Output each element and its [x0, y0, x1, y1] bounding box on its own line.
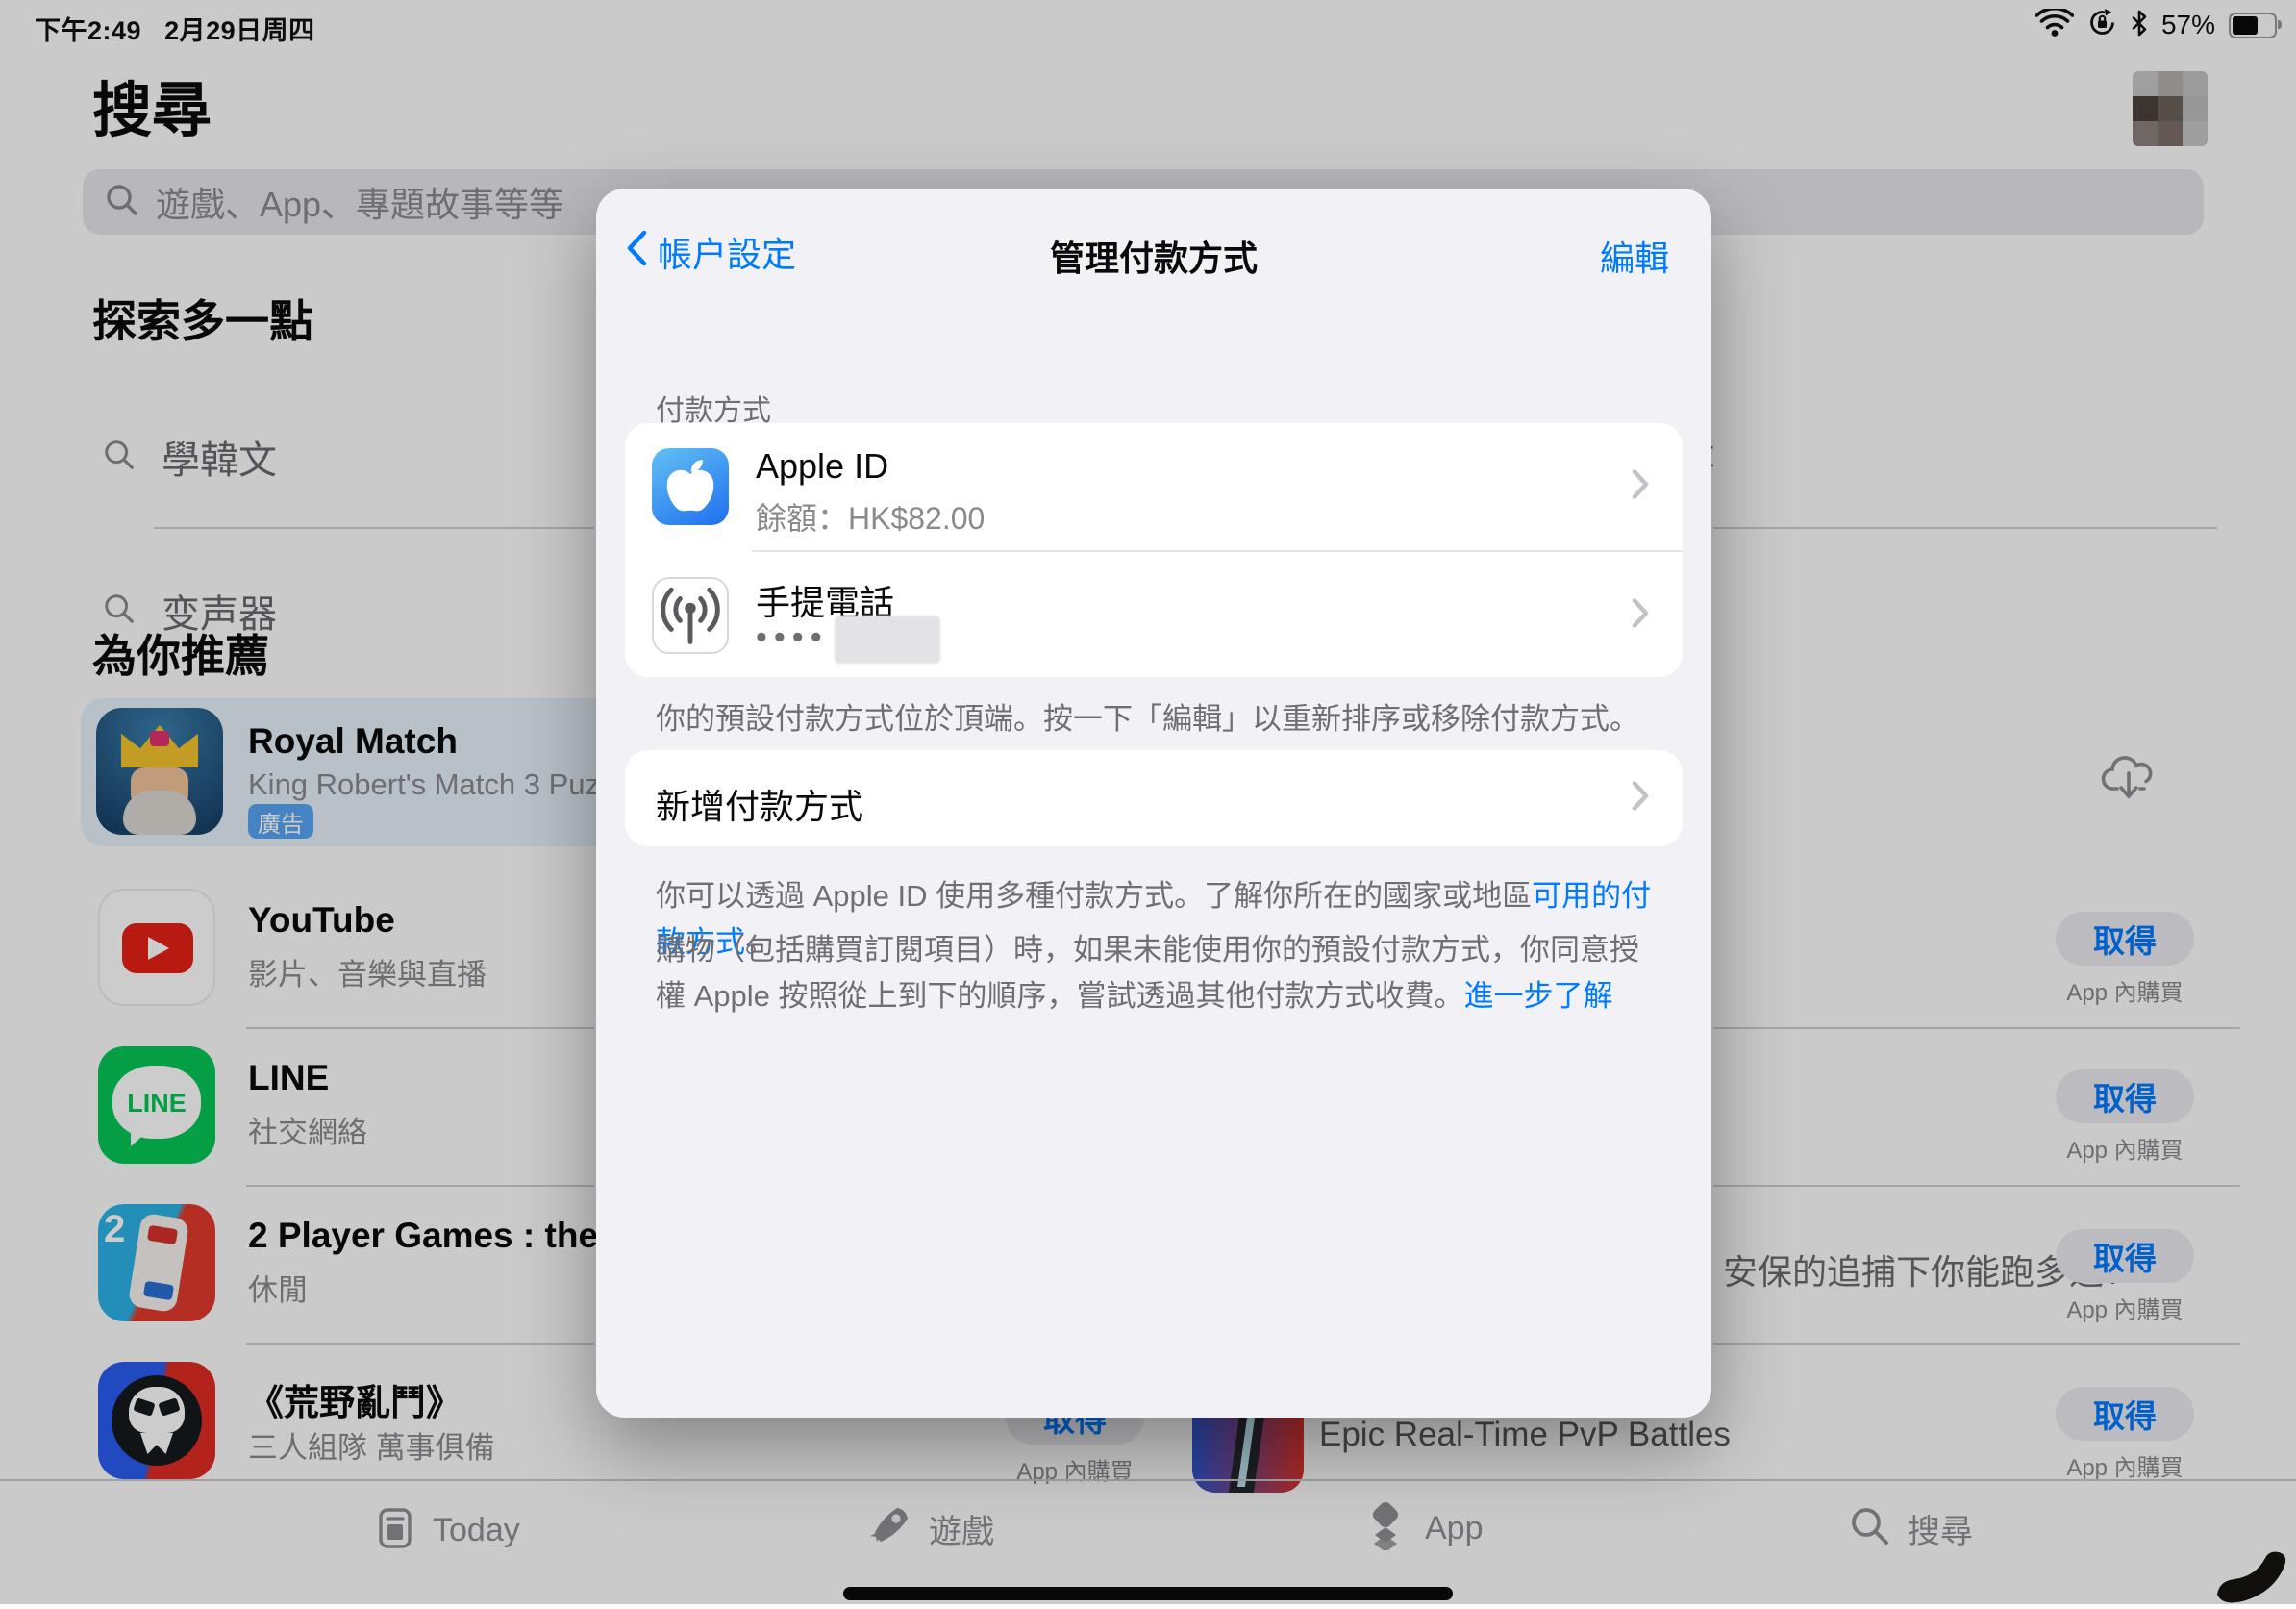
learn-more-link[interactable]: 進一步了解: [1464, 979, 1613, 1013]
chevron-right-icon: [1631, 597, 1650, 635]
manage-payments-modal: 帳户設定 管理付款方式 編輯 付款方式 Apple ID 餘額：HK$82.00: [596, 189, 1711, 1418]
apple-id-balance-icon: [652, 448, 729, 525]
payment-method-masked-number: ••••: [756, 616, 940, 664]
payment-methods-card: Apple ID 餘額：HK$82.00 手提電話 ••••: [625, 423, 1683, 677]
cellular-antenna-icon: [652, 577, 729, 654]
redacted-number: [835, 616, 940, 664]
payment-method-detail: 餘額：HK$82.00: [756, 494, 985, 539]
footnote-charge-order: 購物（包括購買訂閱項目）時，如果未能使用你的預設付款方式，你同意授權 Apple…: [656, 927, 1660, 1019]
add-payment-method-row[interactable]: 新增付款方式: [625, 750, 1683, 846]
payment-method-apple-id[interactable]: Apple ID 餘額：HK$82.00: [625, 423, 1683, 550]
chevron-right-icon: [1631, 780, 1650, 817]
modal-title: 管理付款方式: [596, 231, 1711, 281]
add-payment-method-label: 新增付款方式: [656, 779, 863, 829]
chevron-right-icon: [1631, 468, 1650, 506]
default-method-note: 你的預設付款方式位於頂端。按一下「編輯」以重新排序或移除付款方式。: [656, 698, 1656, 742]
edit-button[interactable]: 編輯: [1600, 231, 1669, 281]
footnote-text: 你可以透過 Apple ID 使用多種付款方式。了解你所在的國家或地區: [656, 879, 1532, 913]
payment-method-name: Apple ID: [756, 446, 888, 487]
payment-method-mobile-phone[interactable]: 手提電話 ••••: [625, 552, 1683, 679]
